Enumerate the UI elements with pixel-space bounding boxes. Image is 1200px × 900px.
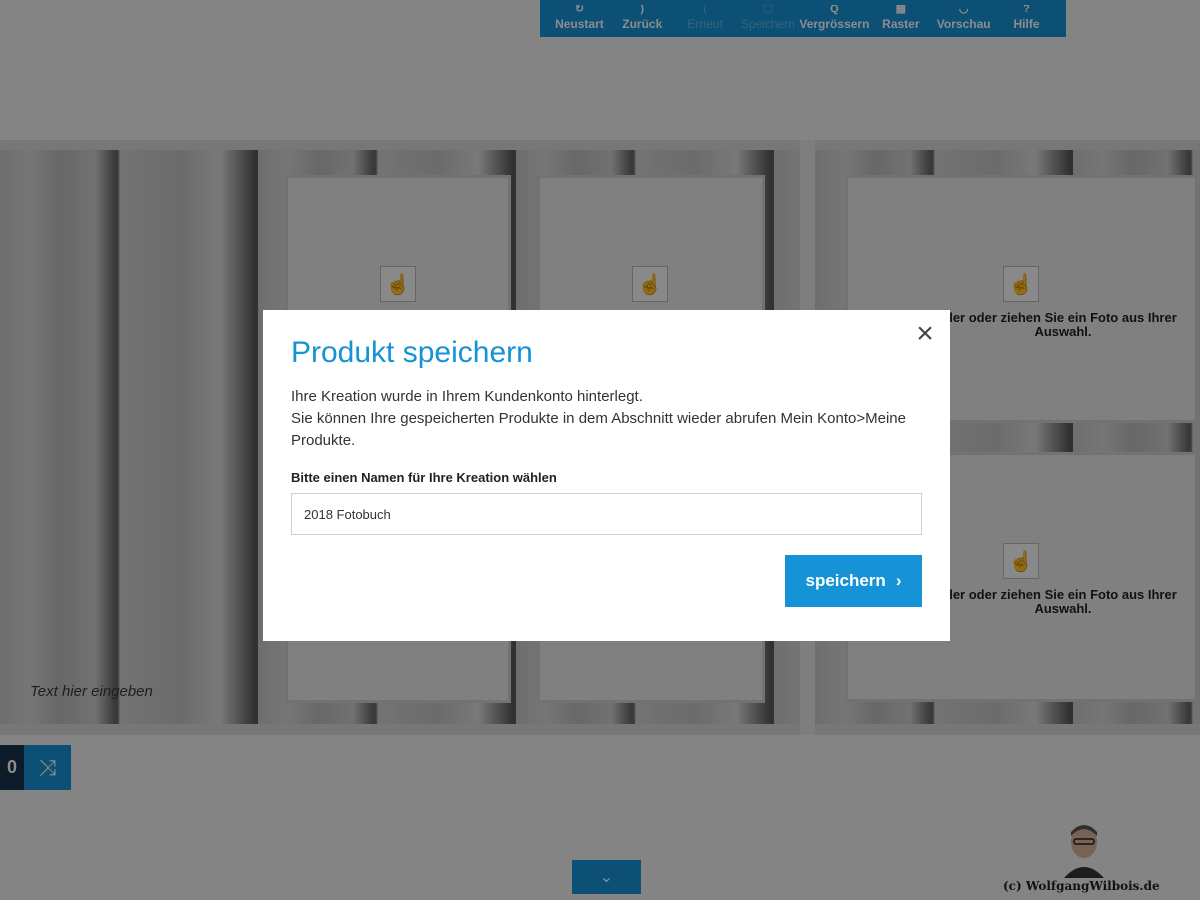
message-line-1: Ihre Kreation wurde in Ihrem Kundenkonto… [291,388,643,405]
close-icon[interactable]: × [914,319,936,349]
creation-name-input[interactable] [291,493,922,535]
message-line-2: Sie können Ihre gespeicherten Produkte i… [291,410,906,449]
name-field-label: Bitte einen Namen für Ihre Kreation wähl… [291,470,557,485]
dialog-message: Ihre Kreation wurde in Ihrem Kundenkonto… [291,386,922,452]
save-button-label: speichern [805,571,886,590]
chevron-right-icon: › [895,571,902,590]
save-button[interactable]: speichern › [785,555,922,607]
save-product-dialog: × Produkt speichern Ihre Kreation wurde … [263,310,950,641]
dialog-title: Produkt speichern [291,336,533,369]
